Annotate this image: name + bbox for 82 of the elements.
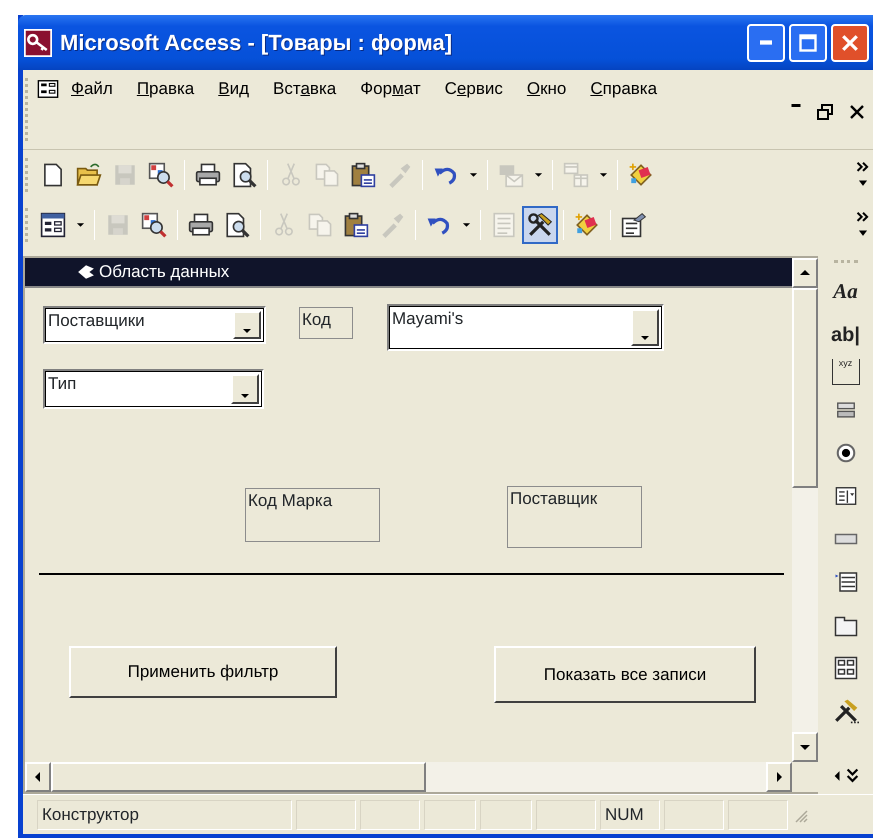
printer-icon (188, 212, 214, 238)
toolbar-button[interactable] (522, 206, 558, 244)
grid-icon (834, 656, 858, 680)
page-magnifier-icon (231, 162, 257, 188)
magnifier-icon (141, 212, 167, 238)
status-pane (728, 800, 788, 830)
status-indicator: NUM (600, 800, 660, 830)
minimize-button[interactable] (747, 24, 785, 62)
vertical-scrollbar[interactable] (792, 258, 818, 762)
status-pane (296, 800, 356, 830)
scrollbar-thumb[interactable] (792, 288, 818, 488)
chevron-icon (832, 766, 858, 784)
wand-icon (574, 212, 600, 238)
copy-icon (314, 162, 340, 188)
restore-icon[interactable] (817, 104, 833, 120)
caret-icon (462, 222, 470, 228)
form-icon[interactable] (37, 78, 59, 99)
status-text: Конструктор (37, 800, 292, 830)
horizontal-scrollbar[interactable] (25, 762, 818, 792)
menu-item[interactable]: Окно (514, 74, 578, 104)
tables-icon (563, 162, 589, 188)
scrollbar-thumb[interactable] (51, 762, 426, 792)
textbox-tool[interactable]: ab| (828, 316, 864, 353)
combo-icon (834, 484, 858, 506)
menu-item[interactable]: Правка (124, 74, 206, 104)
field-label: Код (299, 307, 353, 339)
dropdown-arrow-icon (242, 328, 252, 334)
tools-icon (832, 698, 858, 724)
menu-item[interactable]: Вставка (261, 74, 348, 104)
frame-tool[interactable]: xyz (832, 359, 860, 385)
menu-item[interactable]: Вид (206, 74, 262, 104)
caret-icon (534, 172, 542, 178)
wand-icon (628, 162, 654, 188)
form-button[interactable]: Применить фильтр (69, 646, 337, 698)
properties-icon (621, 212, 647, 238)
combo-box[interactable]: Поставщики (43, 306, 266, 344)
dropdown-arrow-icon (240, 393, 250, 399)
clipboard-icon (350, 162, 376, 188)
form-view-icon (40, 212, 66, 238)
status-pane (480, 800, 532, 830)
list-icon (834, 570, 858, 594)
close-button[interactable] (831, 24, 869, 62)
scrollbar-corner (792, 762, 818, 792)
close-icon[interactable] (849, 104, 865, 120)
field-label: Код Марка (245, 488, 380, 542)
scroll-up-button[interactable] (792, 258, 818, 288)
maximize-button[interactable] (789, 24, 827, 62)
radio-icon (834, 442, 856, 464)
scroll-right-button[interactable] (766, 762, 792, 792)
scroll-left-button[interactable] (25, 762, 51, 792)
minimize-icon (760, 40, 772, 45)
form-button[interactable]: Показать все записи (494, 646, 756, 703)
combo-box[interactable]: Тип (43, 369, 264, 409)
dropdown-arrow-icon (640, 335, 650, 341)
tools-icon (527, 212, 553, 238)
caret-icon (598, 172, 608, 178)
pointer-icon (77, 264, 95, 280)
status-pane (664, 800, 724, 830)
status-pane (424, 800, 476, 830)
key-icon (24, 28, 52, 56)
page-magnifier-icon (224, 212, 250, 238)
status-pane (536, 800, 596, 830)
menu-item[interactable]: Справка (578, 74, 670, 104)
caret-icon (76, 222, 84, 228)
label-tool[interactable]: Aa (828, 273, 864, 310)
caret-icon (468, 172, 478, 178)
section-title: Область данных (99, 261, 230, 284)
folder-icon (76, 162, 102, 188)
list-icon (491, 212, 517, 238)
menu-item[interactable]: Сервис (432, 74, 515, 104)
printer-icon (195, 162, 221, 188)
menu-item[interactable]: Формат (348, 74, 433, 104)
minimize-icon[interactable] (791, 104, 801, 106)
magnifier-icon (148, 162, 174, 188)
field-label: Поставщик (507, 486, 642, 548)
scroll-down-button[interactable] (792, 732, 818, 762)
window-title: Microsoft Access - [Товары : форма] (60, 29, 452, 57)
clipboard-icon (343, 212, 369, 238)
menu-item[interactable]: Файл (59, 74, 125, 104)
combo-box[interactable]: Mayami's (387, 304, 664, 351)
status-pane (360, 800, 420, 830)
copy-icon (307, 212, 333, 238)
